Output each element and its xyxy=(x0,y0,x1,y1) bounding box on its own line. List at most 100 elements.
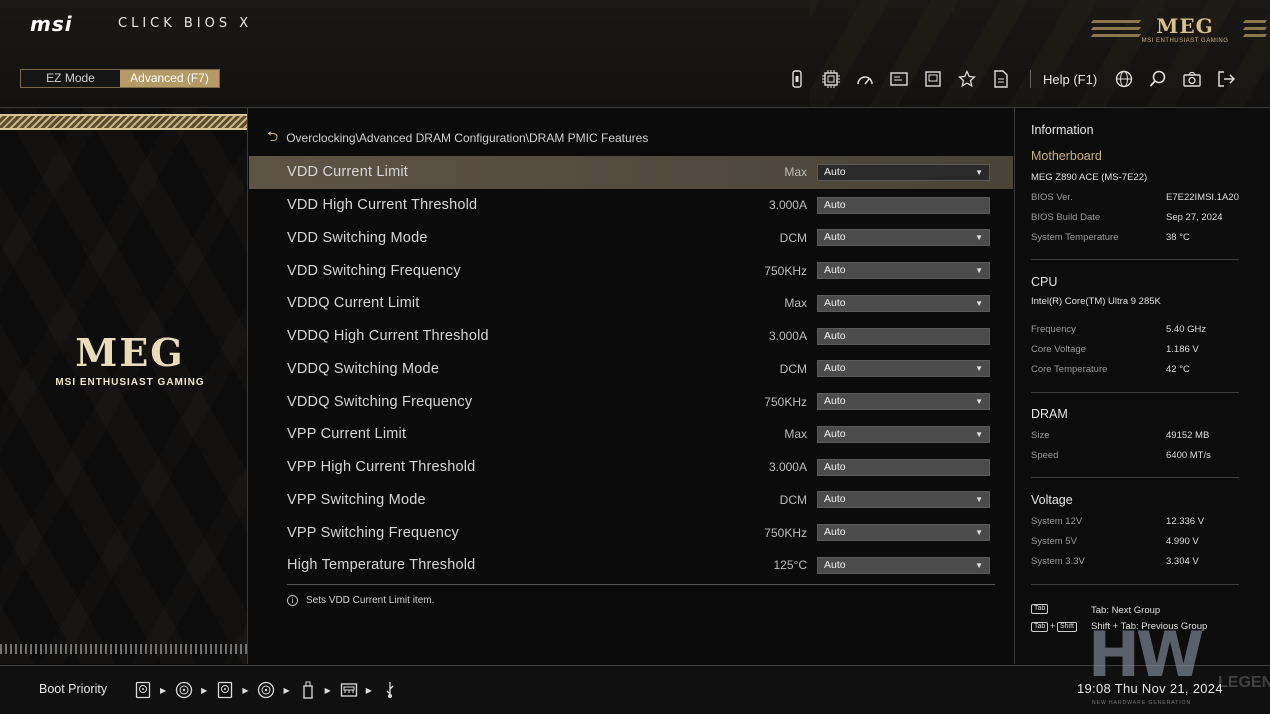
info-separator xyxy=(1031,259,1239,260)
core-temperature: Core Temperature 42 °C xyxy=(1031,364,1190,375)
settings-panel: ⮌ Overclocking\Advanced DRAM Configurati… xyxy=(249,108,1013,664)
setting-current-value: 750KHz xyxy=(764,394,807,409)
disk-icon[interactable] xyxy=(132,679,154,701)
setting-row[interactable]: VDD High Current Threshold 3.000A Auto xyxy=(249,189,1013,222)
product-title: CLICK BIOS X xyxy=(118,16,253,31)
disk-icon[interactable] xyxy=(214,679,236,701)
search-icon[interactable] xyxy=(1141,68,1175,90)
setting-name: VDDQ High Current Threshold xyxy=(287,328,489,345)
chevron-down-icon: ▼ xyxy=(975,266,983,276)
setting-dropdown[interactable]: Auto ▼ xyxy=(817,393,990,411)
setting-current-value: 3.000A xyxy=(768,460,807,475)
back-arrow-icon[interactable]: ⮌ xyxy=(267,126,278,150)
boot-priority-label: Boot Priority xyxy=(39,682,108,696)
arrow-right-icon: ▶ xyxy=(283,685,290,695)
usb-icon[interactable] xyxy=(379,679,401,701)
setting-input[interactable]: Auto xyxy=(817,327,990,345)
gauge-icon[interactable] xyxy=(848,68,882,90)
setting-dropdown[interactable]: Auto ▼ xyxy=(817,524,990,542)
shift-key-icon: Shift xyxy=(1057,622,1078,632)
setting-row[interactable]: VDD Current Limit Max Auto ▼ xyxy=(249,156,1013,189)
optical-disc-icon[interactable] xyxy=(173,679,195,701)
setting-current-value: 750KHz xyxy=(764,525,807,540)
chevron-down-icon: ▼ xyxy=(975,528,983,538)
document-icon[interactable] xyxy=(984,68,1018,90)
bottom-bar: Boot Priority ▶ ▶ ▶ ▶ ▶ ▶ HW LEGEND xyxy=(0,622,1270,714)
setting-name: VPP Switching Frequency xyxy=(287,524,459,541)
arrow-right-icon: ▶ xyxy=(160,685,167,695)
chevron-down-icon: ▼ xyxy=(975,397,983,407)
watermark-legend: LEGEND xyxy=(1218,674,1270,691)
date-time: 19:08 Thu Nov 21, 2024 xyxy=(1077,681,1223,696)
setting-row[interactable]: VDDQ High Current Threshold 3.000A Auto xyxy=(249,320,1013,353)
info-separator xyxy=(1031,392,1239,393)
setting-row[interactable]: VDD Switching Mode DCM Auto ▼ xyxy=(249,222,1013,255)
setting-name: VDDQ Switching Frequency xyxy=(287,393,473,410)
help-button[interactable]: Help (F1) xyxy=(1043,72,1097,87)
setting-row[interactable]: VDD Switching Frequency 750KHz Auto ▼ xyxy=(249,254,1013,287)
setting-input[interactable]: Auto xyxy=(817,458,990,476)
mode-switch: EZ Mode Advanced (F7) xyxy=(20,69,220,88)
setting-row[interactable]: VPP Switching Mode DCM Auto ▼ xyxy=(249,484,1013,517)
dot-trim xyxy=(0,644,247,654)
voltage-heading: Voltage xyxy=(1031,493,1073,507)
chevron-down-icon: ▼ xyxy=(975,167,983,177)
star-icon[interactable] xyxy=(950,68,984,90)
meg-logo-large: MEG MSI ENTHUSIAST GAMING xyxy=(40,330,220,388)
system-3-3v: System 3.3V 3.304 V xyxy=(1031,556,1199,567)
setting-dropdown[interactable]: Auto ▼ xyxy=(817,229,990,247)
setting-row[interactable]: VDDQ Current Limit Max Auto ▼ xyxy=(249,287,1013,320)
setting-dropdown[interactable]: Auto ▼ xyxy=(817,262,990,280)
system-temperature: System Temperature 38 °C xyxy=(1031,232,1190,243)
setting-row[interactable]: VPP Switching Frequency 750KHz Auto ▼ xyxy=(249,516,1013,549)
setting-row[interactable]: VDDQ Switching Mode DCM Auto ▼ xyxy=(249,353,1013,386)
cpu-heading: CPU xyxy=(1031,275,1058,289)
top-bar: msi CLICK BIOS X MEG MSI ENTHUSIAST GAMI… xyxy=(0,0,1270,108)
setting-row[interactable]: VPP Current Limit Max Auto ▼ xyxy=(249,418,1013,451)
setting-dropdown[interactable]: Auto ▼ xyxy=(817,556,990,574)
advanced-mode-tab[interactable]: Advanced (F7) xyxy=(120,70,219,87)
setting-row[interactable]: High Temperature Threshold 125°C Auto ▼ xyxy=(249,549,1013,582)
setting-dropdown[interactable]: Auto ▼ xyxy=(817,294,990,312)
setting-control-value: Auto xyxy=(824,198,846,211)
display-icon[interactable] xyxy=(882,68,916,90)
setting-control-value: Auto xyxy=(824,264,846,277)
usb-icon[interactable] xyxy=(297,679,319,701)
setting-dropdown[interactable]: Auto ▼ xyxy=(817,163,990,181)
setting-control-value: Auto xyxy=(824,493,846,506)
setting-name: VDD Switching Mode xyxy=(287,229,428,246)
system-5v: System 5V 4.990 V xyxy=(1031,536,1199,547)
exit-icon[interactable] xyxy=(1209,68,1243,90)
setting-control-value: Auto xyxy=(824,165,846,178)
setting-name: VDDQ Current Limit xyxy=(287,295,420,312)
setting-dropdown[interactable]: Auto ▼ xyxy=(817,491,990,509)
left-panel: MEG MSI ENTHUSIAST GAMING xyxy=(0,108,248,664)
setting-name: VPP High Current Threshold xyxy=(287,459,476,476)
information-panel: Information Motherboard MEG Z890 ACE (MS… xyxy=(1014,108,1270,664)
setting-control-value: Auto xyxy=(824,460,846,473)
camera-icon[interactable] xyxy=(1175,68,1209,90)
info-separator xyxy=(1031,584,1239,585)
setting-control-value: Auto xyxy=(824,427,846,440)
ez-mode-tab[interactable]: EZ Mode xyxy=(21,70,120,87)
setting-dropdown[interactable]: Auto ▼ xyxy=(817,425,990,443)
dram-speed: Speed 6400 MT/s xyxy=(1031,450,1211,461)
setting-control-value: Auto xyxy=(824,395,846,408)
network-icon[interactable] xyxy=(338,679,360,701)
chevron-down-icon: ▼ xyxy=(975,364,983,374)
globe-icon[interactable] xyxy=(1107,68,1141,90)
breadcrumb-path: Overclocking\Advanced DRAM Configuration… xyxy=(286,131,649,145)
meg-logo-top: MEG MSI ENTHUSIAST GAMING xyxy=(1140,14,1230,44)
setting-dropdown[interactable]: Auto ▼ xyxy=(817,360,990,378)
setting-row[interactable]: VPP High Current Threshold 3.000A Auto xyxy=(249,451,1013,484)
cpu-icon[interactable] xyxy=(814,68,848,90)
optical-disc-icon[interactable] xyxy=(255,679,277,701)
gold-stripes-left xyxy=(1090,20,1142,41)
setting-input[interactable]: Auto xyxy=(817,196,990,214)
setting-row[interactable]: VDDQ Switching Frequency 750KHz Auto ▼ xyxy=(249,385,1013,418)
breadcrumb: ⮌ Overclocking\Advanced DRAM Configurati… xyxy=(267,126,648,150)
gold-stripes-right xyxy=(1242,20,1268,41)
setting-current-value: Max xyxy=(784,427,807,442)
monitor-icon[interactable] xyxy=(916,68,950,90)
memory-stick-icon[interactable] xyxy=(780,68,814,90)
